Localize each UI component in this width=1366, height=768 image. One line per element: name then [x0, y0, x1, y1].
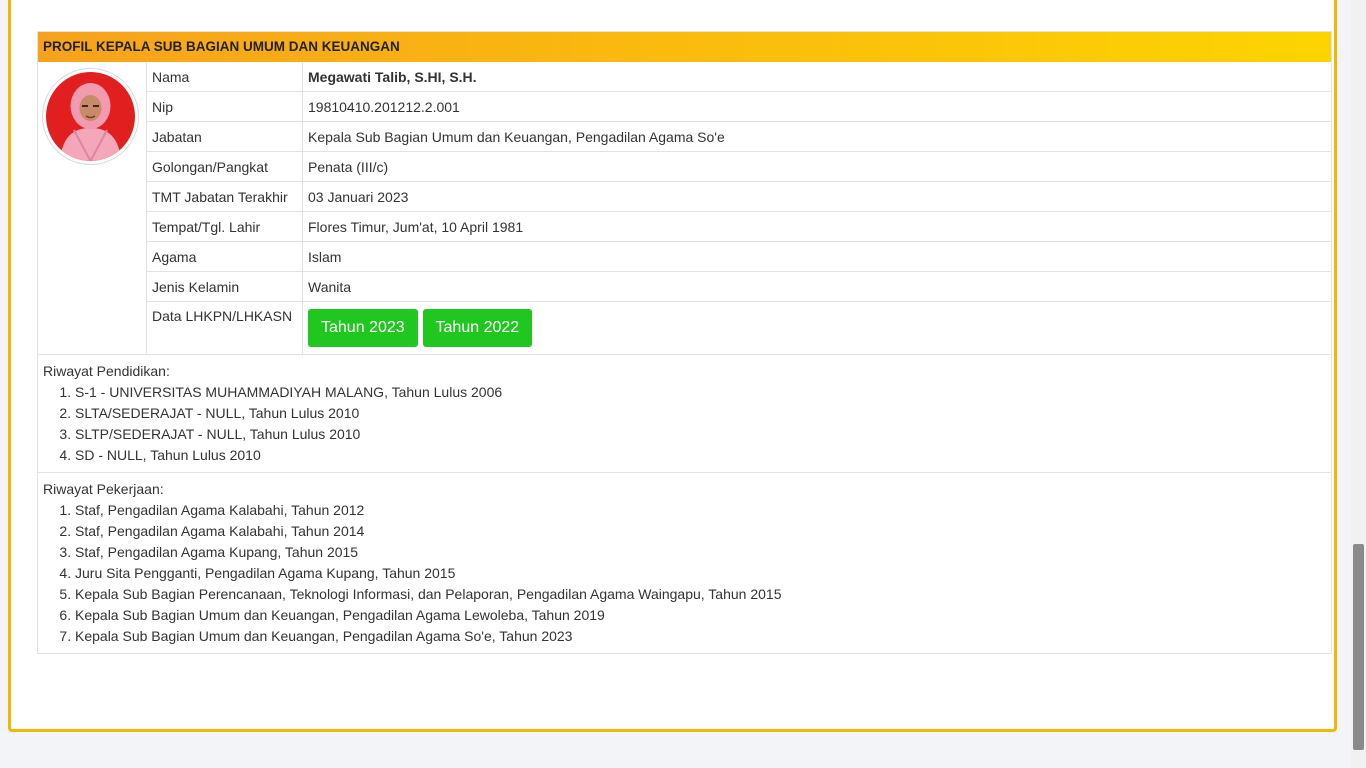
- education-section: Riwayat Pendidikan: S-1 - UNIVERSITAS MU…: [38, 354, 1331, 472]
- detail-label: Tempat/Tgl. Lahir: [147, 211, 303, 242]
- detail-row-ttl: Tempat/Tgl. Lahir Flores Timur, Jum'at, …: [147, 211, 1331, 242]
- profile-details: Nama Megawati Talib, S.HI, S.H. Nip 1981…: [147, 62, 1331, 354]
- detail-value: 19810410.201212.2.001: [302, 91, 1331, 122]
- detail-value: Penata (III/c): [302, 151, 1331, 182]
- list-item: Kepala Sub Bagian Perencanaan, Teknologi…: [75, 584, 1326, 605]
- detail-row-lhkpn: Data LHKPN/LHKASN Tahun 2023 Tahun 2022: [147, 301, 1332, 355]
- detail-value: Islam: [302, 241, 1331, 272]
- detail-label: Golongan/Pangkat: [147, 151, 303, 182]
- list-item: Staf, Pengadilan Agama Kupang, Tahun 201…: [75, 542, 1326, 563]
- detail-value: Kepala Sub Bagian Umum dan Keuangan, Pen…: [302, 121, 1331, 152]
- detail-value: Flores Timur, Jum'at, 10 April 1981: [302, 211, 1331, 242]
- list-item: Juru Sita Pengganti, Pengadilan Agama Ku…: [75, 563, 1326, 584]
- scrollbar-thumb[interactable]: [1353, 544, 1364, 750]
- profile-photo-icon: [46, 72, 135, 161]
- education-title: Riwayat Pendidikan:: [43, 363, 170, 379]
- list-item: SLTA/SEDERAJAT - NULL, Tahun Lulus 2010: [75, 403, 1326, 424]
- detail-value: Wanita: [302, 271, 1331, 302]
- vertical-scrollbar[interactable]: [1351, 0, 1366, 768]
- detail-row-nama: Nama Megawati Talib, S.HI, S.H.: [147, 62, 1331, 92]
- work-list: Staf, Pengadilan Agama Kalabahi, Tahun 2…: [43, 500, 1326, 647]
- detail-label: TMT Jabatan Terakhir: [147, 181, 303, 212]
- profile-header: PROFIL KEPALA SUB BAGIAN UMUM DAN KEUANG…: [38, 32, 1331, 62]
- list-item: Kepala Sub Bagian Umum dan Keuangan, Pen…: [75, 626, 1326, 647]
- detail-value: 03 Januari 2023: [302, 181, 1331, 212]
- list-item: S-1 - UNIVERSITAS MUHAMMADIYAH MALANG, T…: [75, 382, 1326, 403]
- list-item: Kepala Sub Bagian Umum dan Keuangan, Pen…: [75, 605, 1326, 626]
- list-item: SLTP/SEDERAJAT - NULL, Tahun Lulus 2010: [75, 424, 1326, 445]
- profile-info: Nama Megawati Talib, S.HI, S.H. Nip 1981…: [38, 62, 1331, 354]
- photo-cell: [38, 62, 147, 354]
- avatar: [43, 69, 138, 164]
- list-item: Staf, Pengadilan Agama Kalabahi, Tahun 2…: [75, 521, 1326, 542]
- education-list: S-1 - UNIVERSITAS MUHAMMADIYAH MALANG, T…: [43, 382, 1326, 466]
- detail-label: Jabatan: [147, 121, 303, 152]
- detail-row-agama: Agama Islam: [147, 241, 1331, 272]
- content-card: PROFIL KEPALA SUB BAGIAN UMUM DAN KEUANG…: [8, 0, 1337, 732]
- detail-label: Data LHKPN/LHKASN: [147, 301, 303, 354]
- detail-label: Nama: [147, 62, 303, 92]
- lhkpn-2022-button[interactable]: Tahun 2022: [422, 309, 533, 347]
- detail-label: Agama: [147, 241, 303, 272]
- detail-row-jabatan: Jabatan Kepala Sub Bagian Umum dan Keuan…: [147, 121, 1331, 152]
- list-item: Staf, Pengadilan Agama Kalabahi, Tahun 2…: [75, 500, 1326, 521]
- list-item: SD - NULL, Tahun Lulus 2010: [75, 445, 1326, 466]
- detail-label: Nip: [147, 91, 303, 122]
- detail-row-tmt: TMT Jabatan Terakhir 03 Januari 2023: [147, 181, 1331, 212]
- detail-row-golongan: Golongan/Pangkat Penata (III/c): [147, 151, 1331, 182]
- detail-row-nip: Nip 19810410.201212.2.001: [147, 91, 1331, 122]
- lhkpn-buttons: Tahun 2023 Tahun 2022: [303, 302, 1332, 355]
- detail-row-gender: Jenis Kelamin Wanita: [147, 271, 1331, 302]
- work-section: Riwayat Pekerjaan: Staf, Pengadilan Agam…: [38, 472, 1331, 653]
- detail-label: Jenis Kelamin: [147, 271, 303, 302]
- lhkpn-2023-button[interactable]: Tahun 2023: [308, 309, 418, 347]
- work-title: Riwayat Pekerjaan:: [43, 481, 164, 497]
- detail-value: Megawati Talib, S.HI, S.H.: [302, 62, 1331, 92]
- profile-panel: PROFIL KEPALA SUB BAGIAN UMUM DAN KEUANG…: [37, 31, 1332, 654]
